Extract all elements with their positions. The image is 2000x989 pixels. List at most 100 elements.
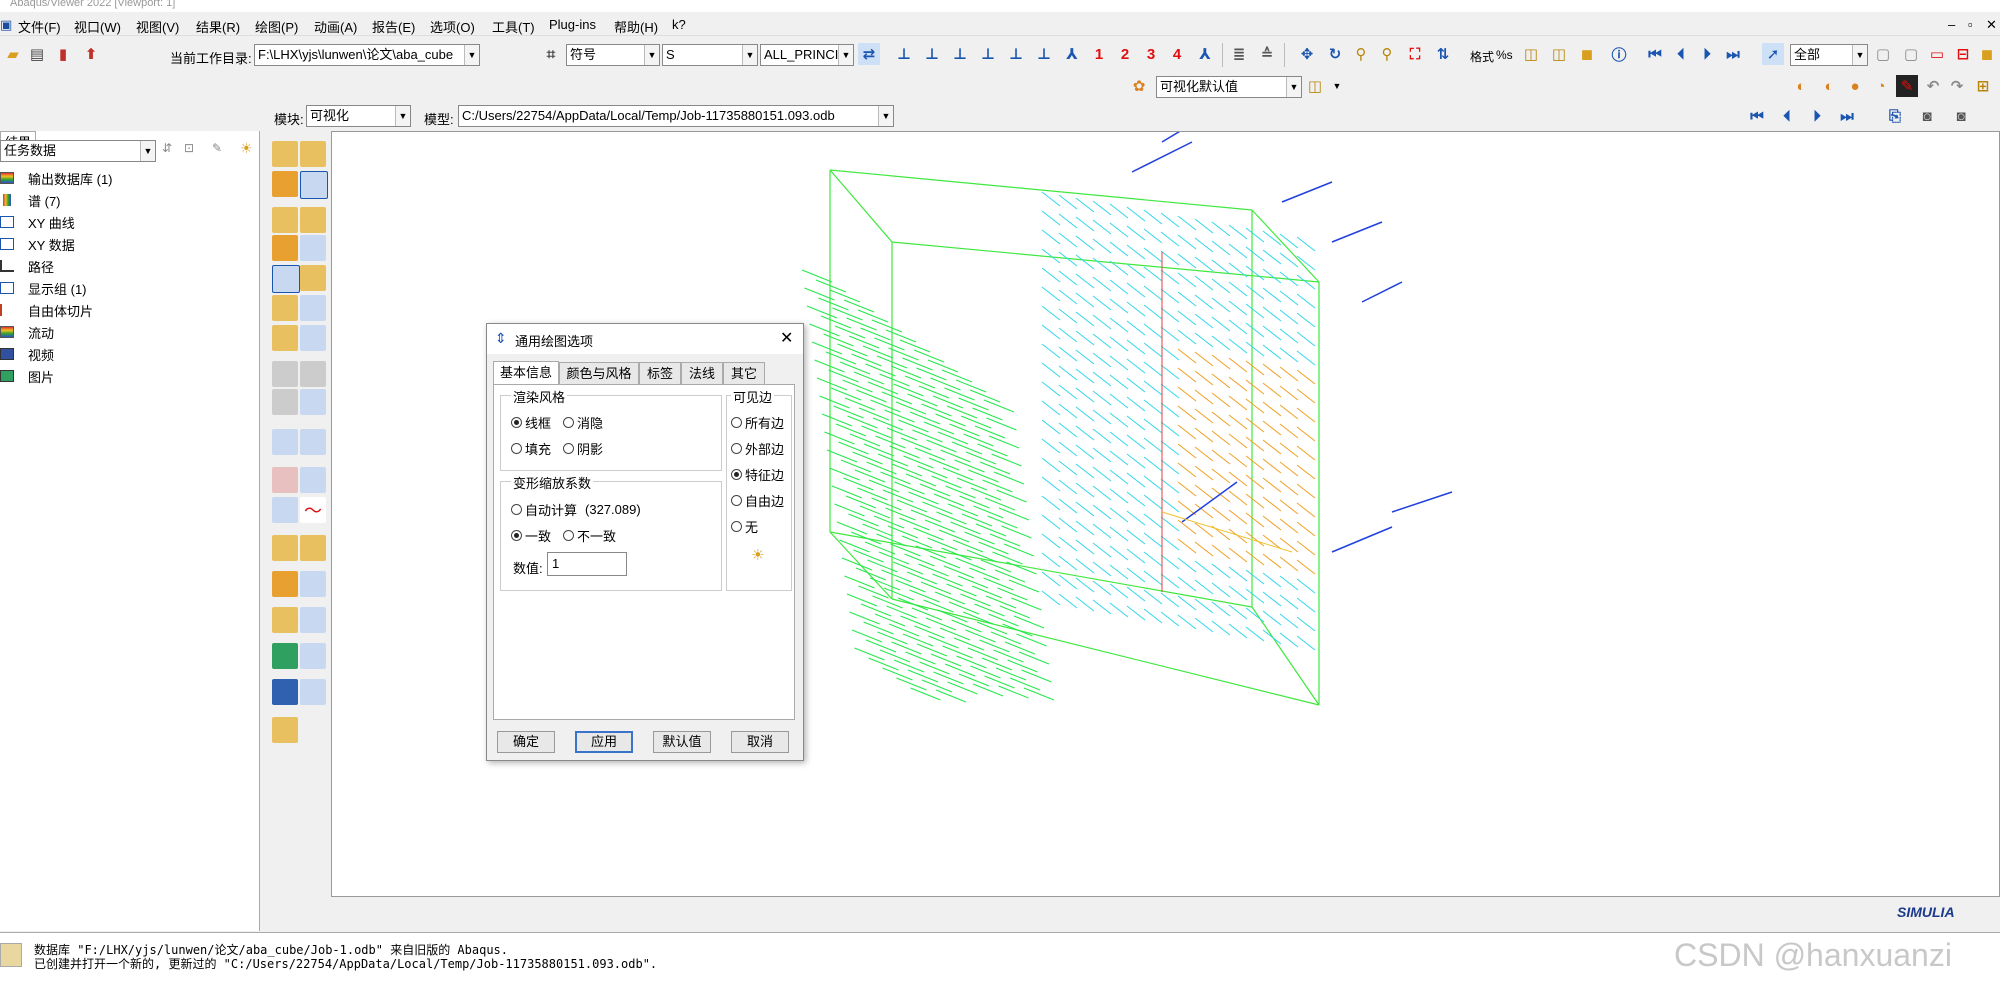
info-icon[interactable]: ⓘ xyxy=(1608,43,1630,65)
upload-icon[interactable]: ⬆ xyxy=(80,43,102,65)
cancel-button[interactable]: 取消 xyxy=(731,731,789,753)
align-bottom-icon[interactable]: ≙ xyxy=(1256,43,1278,65)
tree-item-xy-data[interactable]: XY 数据 xyxy=(0,234,75,254)
align-icon[interactable]: ≣ xyxy=(1228,43,1250,65)
tab-labels[interactable]: 标签 xyxy=(639,362,681,384)
animate-scale-icon[interactable] xyxy=(272,361,298,387)
next-frame-icon[interactable]: ⏵ xyxy=(1696,43,1718,65)
chevron-down-icon[interactable]: ▼ xyxy=(140,141,155,161)
dialog-title-bar[interactable]: ⇕ 通用绘图选项 ✕ xyxy=(487,324,803,354)
view-zx-icon[interactable]: ⊥ xyxy=(949,43,971,65)
camera-icon[interactable]: ◙ xyxy=(1916,105,1938,127)
symbol-options-icon[interactable] xyxy=(300,265,326,291)
workdir-combo[interactable]: F:\LHX\yjs\lunwen\论文\aba_cube ▼ xyxy=(254,44,480,66)
toggle3-icon[interactable]: ● xyxy=(1844,75,1866,97)
select-drag-icon[interactable]: ⊟ xyxy=(1952,43,1974,65)
pan-icon[interactable]: ✥ xyxy=(1296,43,1318,65)
chevron-down-icon[interactable]: ▼ xyxy=(395,106,410,126)
defaults-combo[interactable]: 可视化默认值 ▼ xyxy=(1156,76,1302,98)
stream-create-icon[interactable] xyxy=(272,571,298,597)
animate-time-icon[interactable] xyxy=(300,361,326,387)
view-cut-manager-icon[interactable] xyxy=(300,429,326,455)
database-icon[interactable]: ▮ xyxy=(52,43,74,65)
xy-data-manager-icon[interactable] xyxy=(300,467,326,493)
scale-value-input[interactable]: 1 xyxy=(547,552,627,576)
plot-both-icon[interactable] xyxy=(300,171,328,199)
last-frame-icon[interactable]: ⏭ xyxy=(1836,105,1858,127)
select-tool2-icon[interactable]: ▢ xyxy=(1900,43,1922,65)
cube-icon[interactable]: ◼ xyxy=(1976,43,1998,65)
tree-item-stream[interactable]: 流动 xyxy=(0,322,54,342)
first-frame-icon[interactable]: ⏮ xyxy=(1746,105,1768,127)
radio-exterior-edges[interactable]: 外部边 xyxy=(731,439,784,458)
tab-color-style[interactable]: 颜色与风格 xyxy=(559,362,639,384)
display-group-create-icon[interactable] xyxy=(272,607,298,633)
chevron-down-icon[interactable]: ▼ xyxy=(1852,45,1867,65)
symbol-combo[interactable]: 符号 ▼ xyxy=(566,44,660,66)
chevron-down-icon[interactable]: ▼ xyxy=(1286,77,1301,97)
tree-item-odb[interactable]: 输出数据库 (1) xyxy=(0,168,113,188)
chevron-down-icon[interactable]: ▼ xyxy=(742,45,757,65)
view-2-button[interactable]: 2 xyxy=(1114,43,1136,65)
next-frame-icon[interactable]: ⏵ xyxy=(1806,105,1828,127)
menu-help[interactable]: 帮助(H) xyxy=(614,17,658,36)
menu-file[interactable]: 文件(F) xyxy=(18,17,61,36)
radio-filled[interactable]: 填充 xyxy=(511,439,551,458)
toggle4-icon[interactable]: ◔ xyxy=(1870,75,1892,97)
radio-wireframe[interactable]: 线框 xyxy=(511,413,551,432)
animation-options-icon[interactable]: ⎘ xyxy=(1884,105,1906,127)
prev-frame-icon[interactable]: ⏴ xyxy=(1670,43,1692,65)
view-xy-icon[interactable]: ⊥ xyxy=(893,43,915,65)
chevron-down-icon[interactable]: ▼ xyxy=(1326,75,1348,97)
menu-tools[interactable]: 工具(T) xyxy=(492,17,535,36)
menu-results[interactable]: 结果(R) xyxy=(196,17,240,36)
tree-item-movie[interactable]: 视频 xyxy=(0,344,54,364)
select-tool-icon[interactable]: ▢ xyxy=(1872,43,1894,65)
material-orient-icon[interactable] xyxy=(272,295,298,321)
minimize-icon[interactable]: – xyxy=(1948,17,1955,32)
animate-harmonic-icon[interactable] xyxy=(272,389,298,415)
multiple-options-icon[interactable] xyxy=(300,325,326,351)
view-yz-icon[interactable]: ⊥ xyxy=(1005,43,1027,65)
chevron-down-icon[interactable]: ▼ xyxy=(464,45,479,65)
close-icon[interactable]: ✕ xyxy=(780,328,793,348)
free-body-manager-icon[interactable] xyxy=(300,535,326,561)
menu-plugins[interactable]: Plug-ins xyxy=(549,17,596,32)
chevron-down-icon[interactable]: ▼ xyxy=(878,106,893,126)
radio-all-edges[interactable]: 所有边 xyxy=(731,413,784,432)
prev-frame-icon[interactable]: ⏴ xyxy=(1776,105,1798,127)
plot-symbols-icon[interactable] xyxy=(272,207,298,233)
plot-contours-icon[interactable] xyxy=(272,171,298,197)
allow-multiple-icon[interactable] xyxy=(272,325,298,351)
folder-icon[interactable]: ⊡ xyxy=(184,141,194,155)
plot-material-orient-icon[interactable] xyxy=(300,207,326,233)
first-frame-icon[interactable]: ⏮ xyxy=(1644,43,1666,65)
radio-auto-compute[interactable]: 自动计算 (327.089) xyxy=(511,500,641,519)
query-manager-icon[interactable] xyxy=(300,679,326,705)
radio-feature-edges[interactable]: 特征边 xyxy=(731,465,784,484)
chevron-down-icon[interactable]: ▼ xyxy=(644,45,659,65)
cube-wire-icon[interactable]: ◫ xyxy=(1520,43,1542,65)
path-create-icon[interactable] xyxy=(272,497,298,523)
menu-viewport[interactable]: 视口(W) xyxy=(74,17,121,36)
symbol-plot-active-icon[interactable] xyxy=(272,265,300,293)
tree-item-path[interactable]: 路径 xyxy=(0,256,54,276)
chevron-down-icon[interactable]: ▼ xyxy=(838,45,853,65)
plot-deformed-icon[interactable] xyxy=(300,141,326,167)
toggle2-icon[interactable]: ◐ xyxy=(1818,75,1840,97)
defaults-button[interactable]: 默认值 xyxy=(653,731,711,753)
selection-combo[interactable]: 全部 ▼ xyxy=(1790,44,1868,66)
module-combo[interactable]: 可视化 ▼ xyxy=(306,105,411,127)
tree-item-xy-plot[interactable]: XY 曲线 xyxy=(0,212,75,232)
app-icon[interactable]: ▣ xyxy=(0,17,12,33)
menu-report[interactable]: 报告(E) xyxy=(372,17,415,36)
paint-icon[interactable] xyxy=(272,717,298,743)
iso-view-icon[interactable]: ⅄ xyxy=(1061,43,1083,65)
tree-item-free-body[interactable]: 自由体切片 xyxy=(0,300,93,320)
query-create-icon[interactable] xyxy=(272,679,298,705)
apply-button[interactable]: 应用 xyxy=(575,731,633,753)
menu-options[interactable]: 选项(O) xyxy=(430,17,475,36)
radio-free-edges[interactable]: 自由边 xyxy=(731,491,784,510)
close-icon[interactable]: ✕ xyxy=(1986,17,1997,33)
toggle1-icon[interactable]: ◐ xyxy=(1790,75,1812,97)
